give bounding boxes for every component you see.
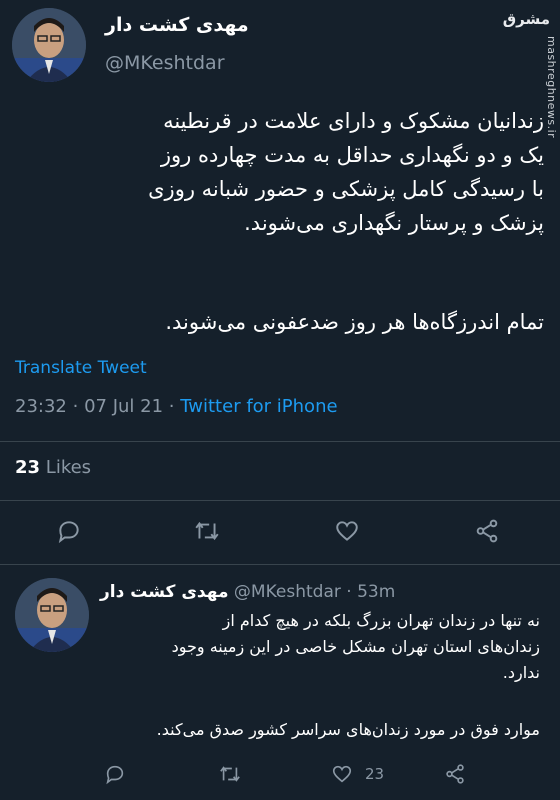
likes-summary[interactable]: 23 Likes — [15, 457, 91, 478]
reply-reply-icon[interactable] — [104, 763, 126, 789]
tweet-body-line: تمام اندرزگاه‌ها هر روز ضدعفونی می‌شوند. — [165, 310, 544, 334]
retweet-icon[interactable] — [193, 518, 221, 548]
reply-header: مهدی کشت دار @MKeshtdar · 53m — [100, 582, 395, 602]
reply-body-line: زندان‌های استان تهران مشکل خاصی در این ز… — [171, 637, 540, 656]
tweet-time: 23:32 — [15, 396, 67, 417]
divider — [0, 500, 560, 501]
reply-retweet-icon[interactable] — [218, 763, 242, 789]
reply-icon[interactable] — [56, 518, 82, 548]
tweet-body-line: زندانیان مشکوک و دارای علامت در قرنطینه — [163, 109, 544, 133]
meta-separator: · — [168, 396, 175, 417]
divider — [0, 441, 560, 442]
author-name[interactable]: مهدی کشت دار — [105, 14, 249, 36]
author-handle[interactable]: @MKeshtdar — [105, 52, 225, 74]
reply-like-icon[interactable] — [331, 763, 353, 789]
reply-share-icon[interactable] — [444, 763, 466, 789]
tweet-body-line: یک و دو نگهداری حداقل به مدت چهارده روز — [160, 143, 544, 167]
meta-separator: · — [72, 396, 79, 417]
tweet-body-line: پزشک و پرستار نگهداری می‌شوند. — [244, 211, 544, 235]
tweet-body: زندانیان مشکوک و دارای علامت در قرنطینه … — [14, 104, 544, 240]
tweet-body-line: با رسیدگی کامل پزشکی و حضور شبانه روزی — [148, 177, 544, 201]
likes-label: Likes — [45, 457, 92, 478]
tweet-meta: 23:32 · 07 Jul 21 · Twitter for iPhone — [15, 396, 338, 417]
reply-body: نه تنها در زندان تهران بزرگ بلکه در هیچ … — [100, 608, 540, 686]
reply-author-name[interactable]: مهدی کشت دار — [100, 582, 229, 602]
reply-body-line: موارد فوق در مورد زندان‌های سراسر کشور ص… — [156, 720, 540, 739]
translate-tweet-link[interactable]: Translate Tweet — [15, 358, 147, 378]
reply-author-handle[interactable]: @MKeshtdar — [234, 582, 341, 602]
reply-age[interactable]: 53m — [357, 582, 395, 602]
like-icon[interactable] — [334, 518, 360, 548]
reply-body-line: نه تنها در زندان تهران بزرگ بلکه در هیچ … — [222, 611, 540, 630]
divider — [0, 564, 560, 565]
reply-like-count: 23 — [365, 765, 385, 783]
watermark-side-text: mashreghnews.ir — [545, 36, 558, 139]
reply-body-line: ندارد. — [502, 663, 540, 682]
reply-author-avatar[interactable] — [15, 578, 89, 652]
likes-count: 23 — [15, 457, 41, 478]
watermark-logo: مشرق — [502, 10, 550, 28]
tweet-source-link[interactable]: Twitter for iPhone — [180, 396, 337, 417]
tweet-date: 07 Jul 21 — [84, 396, 164, 417]
share-icon[interactable] — [474, 518, 500, 548]
meta-separator: · — [346, 582, 352, 602]
author-avatar[interactable] — [12, 8, 86, 82]
